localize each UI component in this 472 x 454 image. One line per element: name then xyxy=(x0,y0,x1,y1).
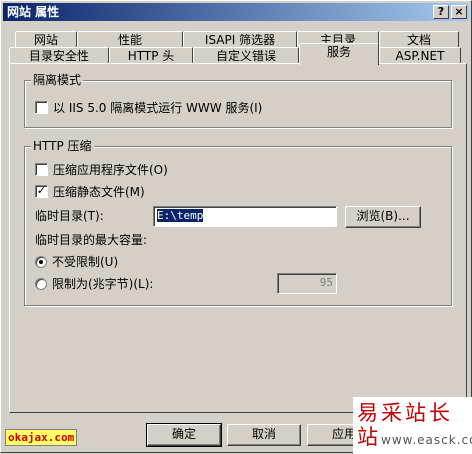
compress-static-checkbox[interactable]: ✓ xyxy=(35,184,48,198)
compress-static-option[interactable]: ✓ 压缩静态文件(M) xyxy=(35,184,145,199)
ok-button[interactable]: 确定 xyxy=(146,423,222,447)
close-button[interactable]: × xyxy=(451,5,467,19)
temp-dir-label: 临时目录(T): xyxy=(35,209,104,223)
compress-app-checkbox[interactable] xyxy=(35,163,48,176)
compress-app-label: 压缩应用程序文件(O) xyxy=(53,163,168,177)
limit-label: 限制为(兆字节)(L): xyxy=(52,277,154,291)
limit-option[interactable]: 限制为(兆字节)(L): xyxy=(35,277,153,291)
compression-group-title: HTTP 压缩 xyxy=(31,139,94,153)
tab-service[interactable]: 服务 xyxy=(299,43,379,65)
unlimited-option[interactable]: 不受限制(U) xyxy=(35,255,118,269)
isolation-mode-group: 隔离模式 以 IIS 5.0 隔离模式运行 WWW 服务(I) xyxy=(24,73,452,128)
temp-dir-value: E:\temp xyxy=(157,209,204,222)
checkmark-icon: ✓ xyxy=(36,184,47,197)
unlimited-label: 不受限制(U) xyxy=(52,255,119,269)
browse-button[interactable]: 浏览(B)... xyxy=(345,206,421,228)
iis5-isolation-label: 以 IIS 5.0 隔离模式运行 WWW 服务(I) xyxy=(53,101,263,115)
site-watermark-logo: 易采站长站 www.easck.com xyxy=(353,397,472,454)
title-bar: 网站 属性 ? × xyxy=(3,3,469,21)
watermark-url: www.easck.com xyxy=(381,433,472,447)
window-title: 网站 属性 xyxy=(7,5,60,19)
service-tab-panel: 隔离模式 以 IIS 5.0 隔离模式运行 WWW 服务(I) HTTP 压缩 … xyxy=(9,63,467,413)
iis5-isolation-option[interactable]: 以 IIS 5.0 隔离模式运行 WWW 服务(I) xyxy=(35,101,262,115)
cancel-button[interactable]: 取消 xyxy=(227,424,301,446)
http-compression-group: HTTP 压缩 压缩应用程序文件(O) ✓ 压缩静态文件(M) 临时目录(T): … xyxy=(24,139,452,306)
iis5-isolation-checkbox[interactable] xyxy=(35,101,48,114)
radio-selected-dot xyxy=(39,260,43,264)
help-button[interactable]: ? xyxy=(433,5,449,19)
compress-app-option[interactable]: 压缩应用程序文件(O) xyxy=(35,163,168,177)
site-watermark-badge: okajax.com xyxy=(5,429,78,446)
isolation-group-title: 隔离模式 xyxy=(31,73,84,87)
temp-dir-input[interactable]: E:\temp xyxy=(153,206,337,227)
unlimited-radio[interactable] xyxy=(35,256,47,268)
compress-static-label: 压缩静态文件(M) xyxy=(53,185,145,199)
max-size-label: 临时目录的最大容量: xyxy=(35,233,148,247)
properties-dialog: 网站 属性 ? × 网站 性能 ISAPI 筛选器 主目录 文档 目录安全性 H… xyxy=(0,0,472,454)
limit-size-input[interactable]: 95 xyxy=(277,273,337,294)
limit-radio[interactable] xyxy=(35,278,47,290)
